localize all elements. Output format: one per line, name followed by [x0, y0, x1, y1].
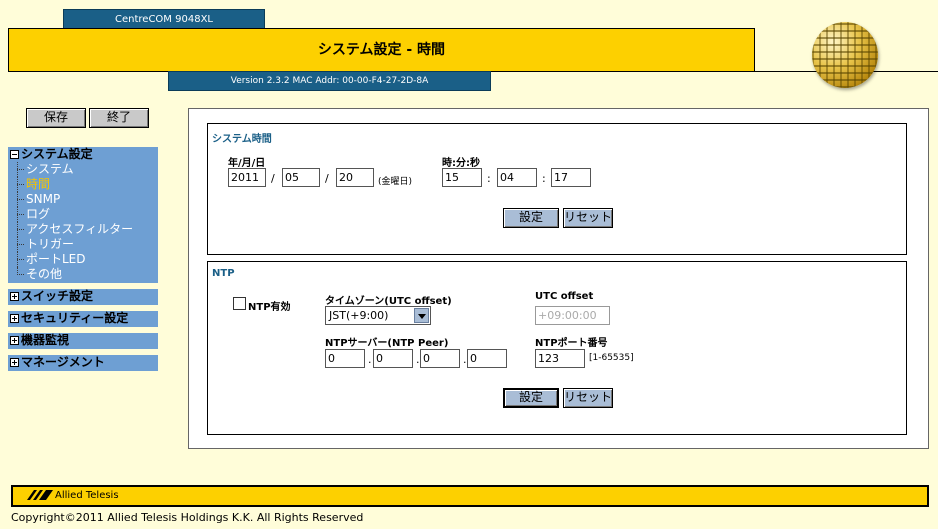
system-time-title: システム時間 [212, 134, 272, 145]
ntp-port-input[interactable]: 123 [535, 349, 585, 368]
time-separator: : [542, 172, 546, 185]
year-input[interactable]: 2011 [228, 168, 266, 187]
sidebar-group-management[interactable]: マネージメント [8, 355, 158, 371]
copyright-text: Copyright©2011 Allied Telesis Holdings K… [11, 511, 364, 524]
sidebar-item-system[interactable]: システム [16, 162, 158, 177]
sidebar-system-group: システム設定 システム 時間 SNMP ログ アクセスフィルター トリガー ポー… [8, 147, 158, 283]
ip-separator: . [416, 353, 420, 366]
timezone-label: タイムゾーン(UTC offset) [325, 296, 452, 307]
sidebar-item-time[interactable]: 時間 [16, 177, 158, 192]
sidebar-group-security[interactable]: セキュリティー設定 [8, 311, 158, 327]
weekday-label: (金曜日) [378, 177, 413, 187]
ip-separator: . [463, 353, 467, 366]
ntp-port-range: [1-65535] [589, 353, 634, 363]
time-set-button[interactable]: 設定 [503, 208, 559, 228]
sidebar-group-system[interactable]: システム設定 [8, 147, 158, 162]
sidebar-item-other[interactable]: その他 [16, 267, 158, 282]
date-label: 年/月/日 [228, 158, 266, 169]
day-input[interactable]: 20 [336, 168, 374, 187]
utc-offset-field: +09:00:00 [535, 306, 610, 325]
minute-input[interactable]: 04 [497, 168, 537, 187]
brand-name: Allied Telesis [55, 489, 119, 501]
model-tab: CentreCOM 9048XL [63, 9, 265, 29]
second-input[interactable]: 17 [551, 168, 591, 187]
version-info: Version 2.3.2 MAC Addr: 00-00-F4-27-2D-8… [168, 71, 491, 91]
expand-icon [10, 336, 19, 345]
ntp-set-button[interactable]: 設定 [503, 388, 559, 408]
ip-separator: . [368, 353, 372, 366]
ntp-server-octet-1[interactable]: 0 [325, 349, 365, 368]
time-reset-button[interactable]: リセット [563, 208, 613, 228]
sidebar-item-port-led[interactable]: ポートLED [16, 252, 158, 267]
ntp-server-octet-3[interactable]: 0 [420, 349, 460, 368]
allied-telesis-logo: Allied Telesis [27, 489, 119, 501]
expand-icon [10, 314, 19, 323]
ntp-enable-label: NTP有効 [248, 302, 291, 313]
date-separator: / [271, 172, 275, 185]
sidebar-item-snmp[interactable]: SNMP [16, 192, 158, 207]
sidebar-item-log[interactable]: ログ [16, 207, 158, 222]
sidebar-item-trigger[interactable]: トリガー [16, 237, 158, 252]
date-separator: / [325, 172, 329, 185]
save-button[interactable]: 保存 [26, 108, 86, 128]
ntp-port-label: NTPポート番号 [535, 338, 608, 349]
exit-button[interactable]: 終了 [89, 108, 149, 128]
hour-input[interactable]: 15 [442, 168, 482, 187]
expand-icon [10, 358, 19, 367]
system-time-section: システム時間 年/月/日 時:分:秒 2011 / 05 / 20 (金曜日) … [207, 123, 907, 255]
ntp-section: NTP NTP有効 タイムゾーン(UTC offset) JST(+9:00) … [207, 261, 907, 435]
globe-logo-icon [812, 22, 878, 88]
time-separator: : [487, 172, 491, 185]
sidebar-item-access-filter[interactable]: アクセスフィルター [16, 222, 158, 237]
footer-bar: Allied Telesis [11, 485, 929, 507]
sidebar-group-switch[interactable]: スイッチ設定 [8, 289, 158, 305]
main-panel: システム時間 年/月/日 時:分:秒 2011 / 05 / 20 (金曜日) … [188, 108, 929, 449]
ntp-reset-button[interactable]: リセット [563, 388, 613, 408]
timezone-select[interactable]: JST(+9:00) [325, 306, 431, 325]
ntp-title: NTP [212, 268, 235, 279]
ntp-server-octet-4[interactable]: 0 [467, 349, 507, 368]
collapse-icon [10, 150, 19, 159]
expand-icon [10, 292, 19, 301]
ntp-server-octet-2[interactable]: 0 [373, 349, 413, 368]
ntp-enable-checkbox[interactable] [233, 297, 246, 310]
chevron-down-icon [414, 308, 429, 323]
page-title: システム設定 - 時間 [8, 28, 755, 72]
allied-telesis-mark-icon [27, 490, 53, 500]
ntp-server-label: NTPサーバー(NTP Peer) [325, 338, 449, 349]
sidebar-group-monitor[interactable]: 機器監視 [8, 333, 158, 349]
month-input[interactable]: 05 [282, 168, 320, 187]
time-label: 時:分:秒 [442, 158, 480, 169]
utc-offset-label: UTC offset [535, 291, 594, 302]
